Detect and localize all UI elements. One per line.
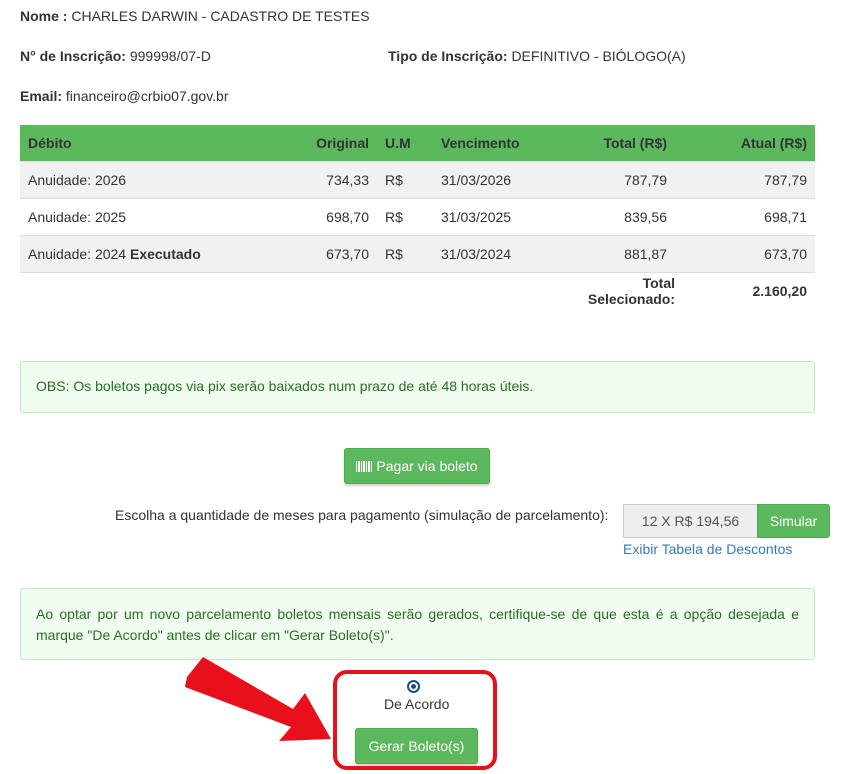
parcelamento-warning: Ao optar por um novo parcelamento boleto… [20, 588, 815, 660]
pagar-boleto-label: Pagar via boleto [376, 458, 478, 474]
obs-text: OBS: Os boletos pagos via pix serão baix… [36, 378, 534, 394]
exibir-descontos-link[interactable]: Exibir Tabela de Descontos [623, 541, 792, 557]
col-original: Original [291, 125, 377, 162]
col-vencimento: Vencimento [433, 125, 559, 162]
original-cell: 673,70 [291, 235, 377, 273]
um-cell: R$ [377, 235, 433, 273]
table-row[interactable]: Anuidade: 2024 Executado 673,70 R$ 31/03… [20, 235, 815, 273]
debito-cell: Anuidade: 2026 [20, 161, 291, 199]
vencimento-cell: 31/03/2025 [433, 198, 559, 236]
tipo-line: Tipo de Inscrição: DEFINITIVO - BIÓLOGO(… [388, 48, 686, 64]
email-line: Email: financeiro@crbio07.gov.br [20, 88, 229, 104]
atual-cell: 698,71 [675, 198, 815, 236]
simular-button[interactable]: Simular [757, 504, 830, 538]
parcelas-selected-value: 12 X R$ 194,56 [641, 513, 740, 529]
table-row[interactable]: Anuidade: 2025 698,70 R$ 31/03/2025 839,… [20, 198, 815, 236]
email-label: Email: [20, 88, 63, 104]
nome-label: Nome : [20, 8, 68, 24]
warning-text: Ao optar por um novo parcelamento boleto… [36, 606, 799, 643]
obs-alert: OBS: Os boletos pagos via pix serão baix… [20, 361, 815, 413]
inscricao-line: N° de Inscrição: 999998/07-D [20, 48, 211, 64]
table-row[interactable]: Anuidade: 2026 734,33 R$ 31/03/2026 787,… [20, 161, 815, 199]
original-cell: 734,33 [291, 161, 377, 199]
nome-value: CHARLES DARWIN - CADASTRO DE TESTES [71, 8, 370, 24]
status-executado: Executado [129, 246, 201, 262]
simular-label: Simular [769, 513, 818, 529]
parcelamento-label: Escolha a quantidade de meses para pagam… [115, 507, 609, 523]
parcelas-select[interactable]: 12 X R$ 194,56 [623, 504, 757, 538]
total-selecionado-value: 2.160,20 [675, 272, 815, 309]
original-cell: 698,70 [291, 198, 377, 236]
vencimento-cell: 31/03/2024 [433, 235, 559, 273]
total-row: Total Selecionado: 2.160,20 [20, 272, 815, 309]
annotation-arrow-icon [185, 657, 331, 741]
atual-cell: 787,79 [675, 161, 815, 199]
nome-line: Nome : CHARLES DARWIN - CADASTRO DE TEST… [20, 8, 370, 24]
total-cell: 787,79 [559, 161, 675, 199]
total-selecionado-label: Total Selecionado: [559, 272, 675, 309]
debito-cell: Anuidade: 2025 [20, 198, 291, 236]
tipo-value: DEFINITIVO - BIÓLOGO(A) [511, 48, 686, 64]
debito-cell: Anuidade: 2024 Executado [20, 235, 291, 273]
um-cell: R$ [377, 161, 433, 199]
tipo-label: Tipo de Inscrição: [388, 48, 508, 64]
total-cell: 839,56 [559, 198, 675, 236]
col-atual: Atual (R$) [675, 125, 815, 162]
um-cell: R$ [377, 198, 433, 236]
atual-cell: 673,70 [675, 235, 815, 273]
barcode-icon [356, 460, 373, 472]
email-value: financeiro@crbio07.gov.br [65, 88, 229, 104]
table-header-row: Débito Original U.M Vencimento Total (R$… [20, 125, 815, 162]
col-total: Total (R$) [559, 125, 675, 162]
vencimento-cell: 31/03/2026 [433, 161, 559, 199]
debitos-table: Débito Original U.M Vencimento Total (R$… [20, 125, 815, 309]
inscricao-label: N° de Inscrição: [20, 48, 126, 64]
inscricao-value: 999998/07-D [129, 48, 211, 64]
pagar-boleto-button[interactable]: Pagar via boleto [344, 448, 490, 484]
col-debito: Débito [20, 125, 291, 162]
col-um: U.M [377, 125, 433, 162]
annotation-highlight-box [333, 670, 497, 770]
total-cell: 881,87 [559, 235, 675, 273]
